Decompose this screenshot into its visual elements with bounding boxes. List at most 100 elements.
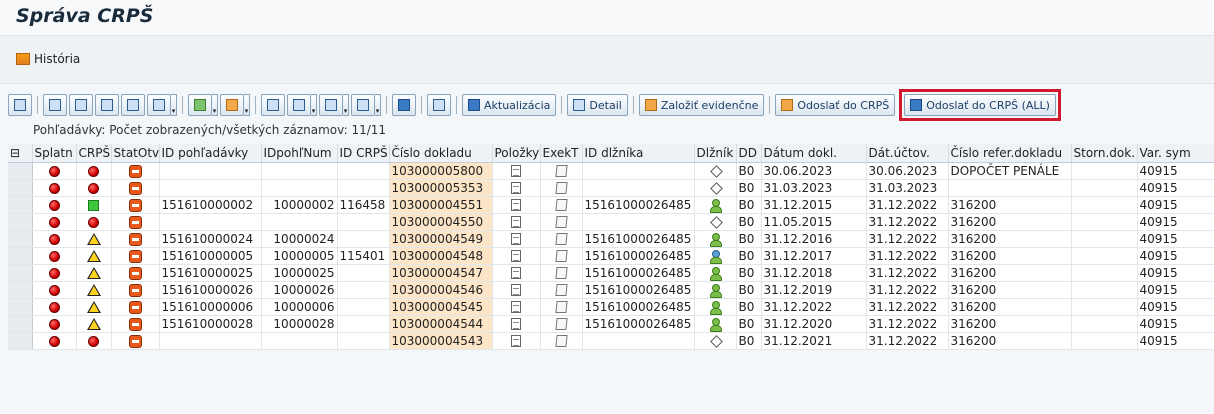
cislo-dokladu-cell[interactable]: 103000004543 [389, 332, 493, 350]
dlznik-cell[interactable] [694, 230, 737, 248]
exekt-cell[interactable] [540, 298, 583, 316]
polozky-cell[interactable] [492, 332, 541, 350]
execution-title-icon[interactable] [554, 216, 568, 228]
row-selector[interactable] [8, 298, 33, 316]
dlznik-cell[interactable] [694, 264, 737, 282]
document-items-icon[interactable] [511, 199, 521, 211]
exekt-cell[interactable] [540, 332, 583, 350]
info-button[interactable] [392, 94, 416, 116]
cislo-dokladu-cell[interactable]: 103000005353 [389, 179, 493, 197]
cislo-dokladu-cell[interactable]: 103000004550 [389, 213, 493, 231]
cislo-dokladu-cell[interactable]: 103000004545 [389, 298, 493, 316]
column-header[interactable]: ID pohľadávky [159, 144, 262, 163]
aktualizacia-button[interactable]: Aktualizácia [462, 94, 557, 116]
subtotal-dropdown[interactable]: ▾ [244, 94, 250, 116]
row-selector[interactable] [8, 281, 33, 299]
table-row[interactable]: 151610000028 10000028 103000004544 15161000… [8, 315, 1214, 333]
row-selector[interactable] [8, 315, 33, 333]
execution-title-icon[interactable] [554, 318, 568, 330]
sum-dropdown[interactable]: ▾ [212, 94, 218, 116]
sort-asc-button[interactable] [43, 94, 67, 116]
layout-dropdown[interactable]: ▾ [375, 94, 381, 116]
column-header[interactable]: Dátum dokl. [761, 144, 867, 163]
execution-title-icon[interactable] [554, 267, 568, 279]
row-selector[interactable] [8, 230, 33, 248]
polozky-cell[interactable] [492, 298, 541, 316]
column-header[interactable]: Číslo dokladu [389, 144, 493, 163]
find-button[interactable] [95, 94, 119, 116]
table-row[interactable]: 103000005353 B0 31.03.2023 31.03.2023 40915 [8, 179, 1214, 197]
document-items-icon[interactable] [511, 318, 521, 330]
view-button[interactable] [287, 94, 311, 116]
print-button[interactable] [261, 94, 285, 116]
cislo-dokladu-cell[interactable]: 103000004546 [389, 281, 493, 299]
layout-button[interactable] [351, 94, 375, 116]
column-header[interactable]: ExekT [540, 144, 583, 163]
document-items-icon[interactable] [511, 301, 521, 313]
export-button[interactable] [319, 94, 343, 116]
document-items-icon[interactable] [511, 250, 521, 262]
view-dropdown[interactable]: ▾ [311, 94, 317, 116]
polozky-cell[interactable] [492, 281, 541, 299]
exekt-cell[interactable] [540, 281, 583, 299]
details-button[interactable] [8, 94, 32, 116]
table-row[interactable]: 151610000005 10000005 115401 103000004548 15… [8, 247, 1214, 265]
document-items-icon[interactable] [511, 335, 521, 347]
table-row[interactable]: 151610000002 10000002 116458 103000004551 15… [8, 196, 1214, 214]
odoslat-do-crps-all-button[interactable]: Odoslať do CRPŠ (ALL) [904, 94, 1056, 116]
dlznik-cell[interactable] [694, 315, 737, 333]
filter-dropdown[interactable]: ▾ [171, 94, 177, 116]
polozky-cell[interactable] [492, 179, 541, 197]
row-selector[interactable] [8, 264, 33, 282]
execution-title-icon[interactable] [554, 182, 568, 194]
column-header[interactable]: Dlžník [694, 144, 737, 163]
table-row[interactable]: 151610000025 10000025 103000004547 15161000… [8, 264, 1214, 282]
table-row[interactable]: 151610000024 10000024 103000004549 15161000… [8, 230, 1214, 248]
document-items-icon[interactable] [511, 233, 521, 245]
execution-title-icon[interactable] [554, 335, 568, 347]
polozky-cell[interactable] [492, 264, 541, 282]
execution-title-icon[interactable] [554, 301, 568, 313]
sort-desc-button[interactable] [69, 94, 93, 116]
exekt-cell[interactable] [540, 179, 583, 197]
find-next-button[interactable] [121, 94, 145, 116]
export-dropdown[interactable]: ▾ [343, 94, 349, 116]
column-header[interactable]: StatOtv [111, 144, 160, 163]
table-row[interactable]: 103000004543 B0 31.12.2021 31.12.2022 316200… [8, 332, 1214, 350]
execution-title-icon[interactable] [554, 165, 568, 177]
row-selector[interactable] [8, 247, 33, 265]
cislo-dokladu-cell[interactable]: 103000004544 [389, 315, 493, 333]
column-header[interactable]: IDpohľNum [261, 144, 338, 163]
exekt-cell[interactable] [540, 264, 583, 282]
sum-button[interactable] [188, 94, 212, 116]
dlznik-cell[interactable] [694, 332, 737, 350]
filter-button[interactable] [147, 94, 171, 116]
cislo-dokladu-cell[interactable]: 103000004549 [389, 230, 493, 248]
exekt-cell[interactable] [540, 213, 583, 231]
layout-column-header[interactable]: ⊟ [8, 144, 33, 163]
table-row[interactable]: 103000005800 B0 30.06.2023 30.06.2023 DOPOČE… [8, 162, 1214, 180]
dlznik-cell[interactable] [694, 281, 737, 299]
table-row[interactable]: 151610000026 10000026 103000004546 15161000… [8, 281, 1214, 299]
dlznik-cell[interactable] [694, 179, 737, 197]
execution-title-icon[interactable] [554, 199, 568, 211]
column-header[interactable]: Položky [492, 144, 541, 163]
dlznik-cell[interactable] [694, 213, 737, 231]
polozky-cell[interactable] [492, 196, 541, 214]
dlznik-cell[interactable] [694, 162, 737, 180]
dlznik-cell[interactable] [694, 196, 737, 214]
table-row[interactable]: 151610000006 10000006 103000004545 15161000… [8, 298, 1214, 316]
zalozit-evidencne-button[interactable]: Založiť evidenčne [638, 94, 765, 116]
cislo-dokladu-cell[interactable]: 103000004548 [389, 247, 493, 265]
polozky-cell[interactable] [492, 162, 541, 180]
exekt-cell[interactable] [540, 230, 583, 248]
column-header[interactable]: DD [736, 144, 762, 163]
polozky-cell[interactable] [492, 213, 541, 231]
polozky-cell[interactable] [492, 315, 541, 333]
document-items-icon[interactable] [511, 267, 521, 279]
document-items-icon[interactable] [511, 284, 521, 296]
column-header[interactable]: CRPŠ [76, 144, 112, 163]
exekt-cell[interactable] [540, 196, 583, 214]
dlznik-cell[interactable] [694, 298, 737, 316]
column-header[interactable]: ID dlžníka [582, 144, 695, 163]
